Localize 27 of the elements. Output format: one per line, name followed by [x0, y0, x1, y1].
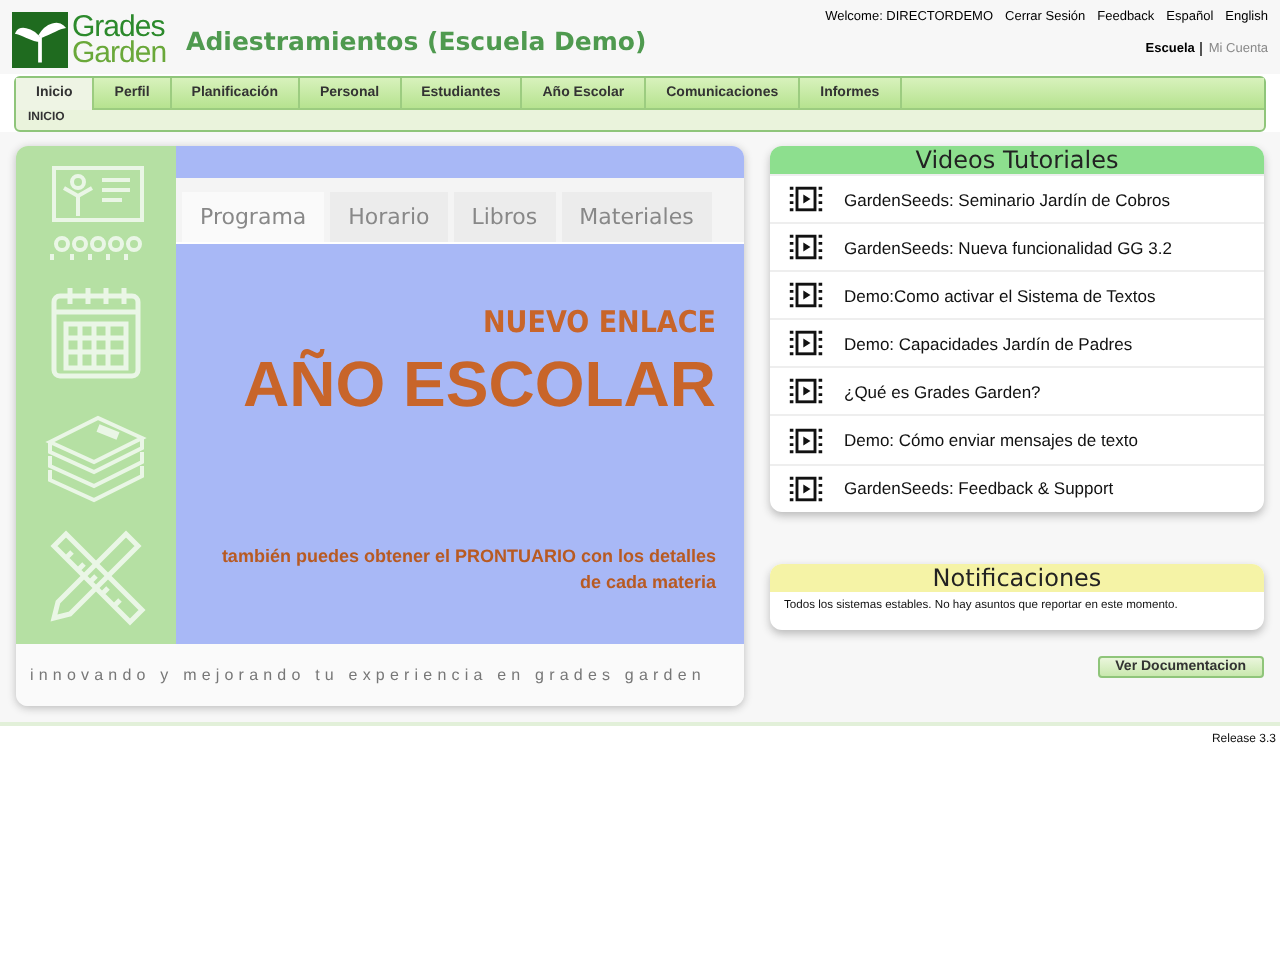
- panel-header: Videos Tutoriales: [770, 146, 1264, 174]
- banner-subtext: también puedes obtener el PRONTUARIO con los detalles de cada materia: [219, 544, 716, 596]
- school-title: Adiestramientos (Escuela Demo): [186, 26, 647, 56]
- video-link[interactable]: GardenSeeds: Feedback & Support: [770, 463, 1264, 512]
- film-play-icon: [788, 234, 824, 261]
- panel-header: Notificaciones: [770, 563, 1264, 592]
- logo-text: Grades: [72, 14, 165, 40]
- film-play-icon: [788, 427, 824, 454]
- sprout-icon: [12, 12, 68, 68]
- film-play-icon: [788, 282, 824, 309]
- logo-text: Garden: [72, 40, 167, 66]
- calendar-icon: [46, 284, 146, 385]
- film-play-icon: [788, 475, 824, 502]
- video-link[interactable]: Demo:Como activar el Sistema de Textos: [770, 270, 1264, 319]
- banner-headline: AÑO ESCOLAR: [243, 346, 716, 424]
- film-play-icon: [788, 186, 824, 213]
- video-link[interactable]: GardenSeeds: Seminario Jardín de Cobros: [770, 174, 1264, 223]
- teacher-icon: [46, 164, 146, 265]
- banner-tagline: innovando y mejorando tu experiencia en grades garden: [30, 666, 706, 684]
- video-link[interactable]: Demo: Cómo enviar mensajes de texto: [770, 414, 1264, 464]
- banner-kicker: NUEVO ENLACE: [483, 304, 716, 340]
- ruler-pencil-icon: [46, 525, 146, 626]
- video-link[interactable]: Demo: Capacidades Jardín de Padres: [770, 318, 1264, 367]
- film-play-icon: [788, 378, 824, 405]
- video-link[interactable]: ¿Qué es Grades Garden?: [770, 366, 1264, 415]
- film-play-icon: [788, 330, 824, 357]
- video-link[interactable]: GardenSeeds: Nueva funcionalidad GG 3.2: [770, 222, 1264, 271]
